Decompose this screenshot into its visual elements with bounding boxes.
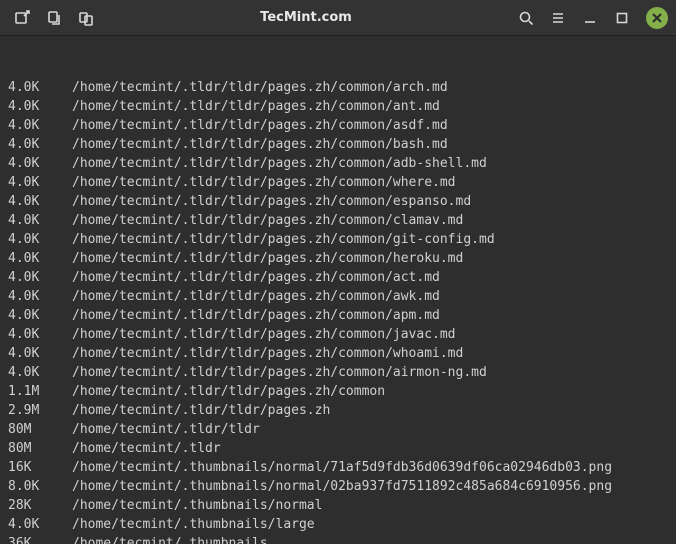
minimize-button[interactable]: [576, 4, 604, 32]
listing-row: 4.0K/home/tecmint/.thumbnails/large: [8, 515, 668, 534]
size-cell: 80M: [8, 439, 72, 458]
path-cell: /home/tecmint/.tldr/tldr/pages.zh/common…: [72, 194, 471, 209]
path-cell: /home/tecmint/.tldr/tldr/pages.zh/common…: [72, 175, 456, 190]
listing-row: 16K/home/tecmint/.thumbnails/normal/71af…: [8, 458, 668, 477]
path-cell: /home/tecmint/.tldr/tldr/pages.zh/common…: [72, 346, 463, 361]
size-cell: 4.0K: [8, 135, 72, 154]
size-cell: 4.0K: [8, 97, 72, 116]
size-cell: 4.0K: [8, 287, 72, 306]
size-cell: 1.1M: [8, 382, 72, 401]
listing-row: 4.0K/home/tecmint/.tldr/tldr/pages.zh/co…: [8, 192, 668, 211]
path-cell: /home/tecmint/.thumbnails/normal/71af5d9…: [72, 460, 612, 475]
paste-icon: [78, 10, 94, 26]
path-cell: /home/tecmint/.tldr/tldr: [72, 422, 260, 437]
path-cell: /home/tecmint/.tldr/tldr/pages.zh: [72, 403, 330, 418]
path-cell: /home/tecmint/.tldr/tldr/pages.zh/common…: [72, 327, 456, 342]
size-cell: 80M: [8, 420, 72, 439]
maximize-button[interactable]: [608, 4, 636, 32]
du-listing: 4.0K/home/tecmint/.tldr/tldr/pages.zh/co…: [8, 78, 668, 544]
path-cell: /home/tecmint/.tldr/tldr/pages.zh/common…: [72, 232, 495, 247]
path-cell: /home/tecmint/.tldr/tldr/pages.zh/common…: [72, 365, 487, 380]
path-cell: /home/tecmint/.tldr/tldr/pages.zh/common…: [72, 251, 463, 266]
size-cell: 2.9M: [8, 401, 72, 420]
size-cell: 4.0K: [8, 173, 72, 192]
size-cell: 4.0K: [8, 249, 72, 268]
listing-row: 4.0K/home/tecmint/.tldr/tldr/pages.zh/co…: [8, 173, 668, 192]
listing-row: 1.1M/home/tecmint/.tldr/tldr/pages.zh/co…: [8, 382, 668, 401]
path-cell: /home/tecmint/.tldr/tldr/pages.zh/common…: [72, 118, 448, 133]
close-button[interactable]: [646, 7, 668, 29]
size-cell: 4.0K: [8, 363, 72, 382]
close-icon: [652, 13, 662, 23]
listing-row: 4.0K/home/tecmint/.tldr/tldr/pages.zh/co…: [8, 344, 668, 363]
path-cell: /home/tecmint/.tldr/tldr/pages.zh/common…: [72, 80, 448, 95]
listing-row: 2.9M/home/tecmint/.tldr/tldr/pages.zh: [8, 401, 668, 420]
path-cell: /home/tecmint/.thumbnails/normal/02ba937…: [72, 479, 612, 494]
path-cell: /home/tecmint/.thumbnails/large: [72, 517, 315, 532]
listing-row: 80M/home/tecmint/.tldr: [8, 439, 668, 458]
listing-row: 4.0K/home/tecmint/.tldr/tldr/pages.zh/co…: [8, 249, 668, 268]
menu-button[interactable]: [544, 4, 572, 32]
listing-row: 4.0K/home/tecmint/.tldr/tldr/pages.zh/co…: [8, 154, 668, 173]
size-cell: 4.0K: [8, 154, 72, 173]
size-cell: 4.0K: [8, 344, 72, 363]
terminal-output[interactable]: 4.0K/home/tecmint/.tldr/tldr/pages.zh/co…: [0, 36, 676, 544]
size-cell: 4.0K: [8, 325, 72, 344]
menu-icon: [550, 10, 566, 26]
size-cell: 28K: [8, 496, 72, 515]
listing-row: 4.0K/home/tecmint/.tldr/tldr/pages.zh/co…: [8, 116, 668, 135]
path-cell: /home/tecmint/.thumbnails: [72, 536, 268, 544]
size-cell: 4.0K: [8, 230, 72, 249]
size-cell: 16K: [8, 458, 72, 477]
path-cell: /home/tecmint/.tldr/tldr/pages.zh/common…: [72, 213, 463, 228]
window-title: TecMint.com: [100, 10, 512, 25]
copy-button[interactable]: [40, 4, 68, 32]
listing-row: 4.0K/home/tecmint/.tldr/tldr/pages.zh/co…: [8, 306, 668, 325]
search-button[interactable]: [512, 4, 540, 32]
size-cell: 4.0K: [8, 78, 72, 97]
size-cell: 4.0K: [8, 116, 72, 135]
maximize-icon: [614, 10, 630, 26]
listing-row: 80M/home/tecmint/.tldr/tldr: [8, 420, 668, 439]
titlebar-left: [8, 4, 100, 32]
titlebar: TecMint.com: [0, 0, 676, 36]
path-cell: /home/tecmint/.tldr: [72, 441, 221, 456]
listing-row: 36K/home/tecmint/.thumbnails: [8, 534, 668, 544]
minimize-icon: [582, 10, 598, 26]
path-cell: /home/tecmint/.tldr/tldr/pages.zh/common…: [72, 270, 440, 285]
path-cell: /home/tecmint/.tldr/tldr/pages.zh/common…: [72, 289, 440, 304]
size-cell: 36K: [8, 534, 72, 544]
path-cell: /home/tecmint/.tldr/tldr/pages.zh/common…: [72, 99, 440, 114]
listing-row: 4.0K/home/tecmint/.tldr/tldr/pages.zh/co…: [8, 287, 668, 306]
listing-row: 4.0K/home/tecmint/.tldr/tldr/pages.zh/co…: [8, 230, 668, 249]
size-cell: 4.0K: [8, 192, 72, 211]
listing-row: 4.0K/home/tecmint/.tldr/tldr/pages.zh/co…: [8, 78, 668, 97]
size-cell: 4.0K: [8, 268, 72, 287]
size-cell: 4.0K: [8, 515, 72, 534]
path-cell: /home/tecmint/.tldr/tldr/pages.zh/common…: [72, 156, 487, 171]
listing-row: 4.0K/home/tecmint/.tldr/tldr/pages.zh/co…: [8, 211, 668, 230]
titlebar-right: [512, 4, 668, 32]
path-cell: /home/tecmint/.tldr/tldr/pages.zh/common: [72, 384, 385, 399]
listing-row: 4.0K/home/tecmint/.tldr/tldr/pages.zh/co…: [8, 268, 668, 287]
size-cell: 4.0K: [8, 306, 72, 325]
paste-button[interactable]: [72, 4, 100, 32]
path-cell: /home/tecmint/.tldr/tldr/pages.zh/common…: [72, 308, 440, 323]
listing-row: 4.0K/home/tecmint/.tldr/tldr/pages.zh/co…: [8, 97, 668, 116]
listing-row: 4.0K/home/tecmint/.tldr/tldr/pages.zh/co…: [8, 135, 668, 154]
search-icon: [518, 10, 534, 26]
listing-row: 4.0K/home/tecmint/.tldr/tldr/pages.zh/co…: [8, 363, 668, 382]
new-tab-button[interactable]: [8, 4, 36, 32]
listing-row: 8.0K/home/tecmint/.thumbnails/normal/02b…: [8, 477, 668, 496]
copy-icon: [46, 10, 62, 26]
size-cell: 8.0K: [8, 477, 72, 496]
listing-row: 4.0K/home/tecmint/.tldr/tldr/pages.zh/co…: [8, 325, 668, 344]
listing-row: 28K/home/tecmint/.thumbnails/normal: [8, 496, 668, 515]
path-cell: /home/tecmint/.tldr/tldr/pages.zh/common…: [72, 137, 448, 152]
path-cell: /home/tecmint/.thumbnails/normal: [72, 498, 322, 513]
new-tab-icon: [14, 10, 30, 26]
size-cell: 4.0K: [8, 211, 72, 230]
